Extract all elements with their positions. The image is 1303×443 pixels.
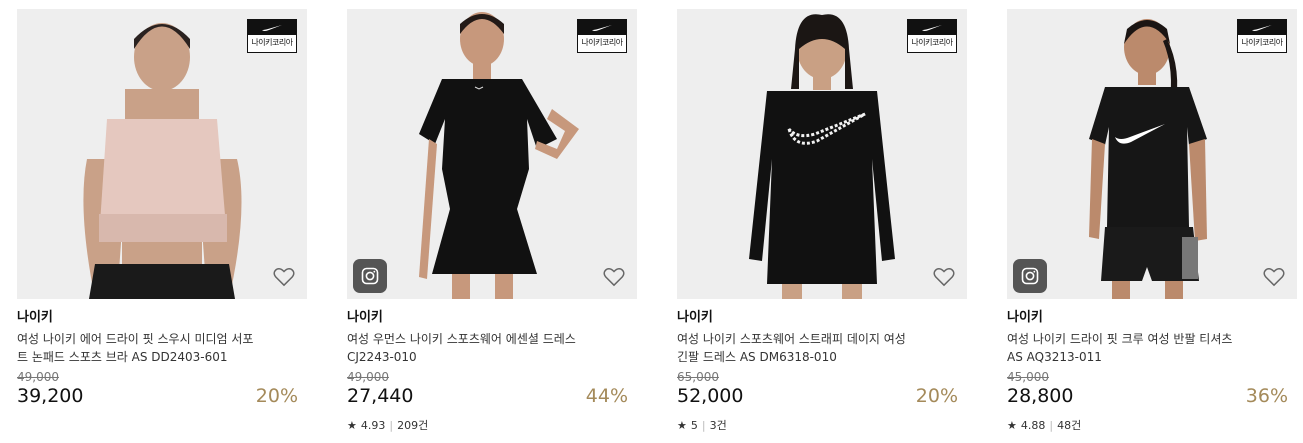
review-count: 209건 bbox=[397, 419, 429, 432]
nike-korea-badge: 나이키코리아 bbox=[577, 19, 627, 53]
product-card[interactable]: 나이키코리아 나이키 여성 우먼스 나이키 스포츠웨어 에센셜 드레스 CJ224… bbox=[347, 9, 637, 433]
product-name[interactable]: 여성 나이키 드라이 핏 크루 여성 반팔 티셔츠 AS AQ3213-011 bbox=[1007, 330, 1282, 366]
product-name[interactable]: 여성 우먼스 나이키 스포츠웨어 에센셜 드레스 CJ2243-010 bbox=[347, 330, 622, 366]
discount-rate: 20% bbox=[255, 385, 298, 407]
nike-swoosh-icon bbox=[262, 24, 282, 31]
divider: | bbox=[389, 418, 394, 432]
heart-icon[interactable] bbox=[273, 267, 295, 287]
nike-swoosh-icon bbox=[1252, 24, 1272, 31]
product-card[interactable]: 나이키코리아 나이키 여성 나이키 스포츠웨어 스트래피 데이지 여성 긴팔 드레… bbox=[677, 9, 967, 433]
sale-price: 39,200 bbox=[17, 385, 84, 407]
divider: | bbox=[1049, 418, 1054, 432]
discount-rate: 36% bbox=[1245, 385, 1288, 407]
sale-price: 28,800 bbox=[1007, 385, 1074, 407]
product-name[interactable]: 여성 나이키 에어 드라이 핏 스우시 미디엄 서포 트 논패드 스포츠 브라 A… bbox=[17, 330, 292, 366]
review-count: 48건 bbox=[1057, 419, 1082, 432]
product-brand: 나이키 bbox=[347, 310, 383, 325]
rating-row: ★ 4.93 | 209건 bbox=[347, 417, 637, 433]
badge-label: 나이키코리아 bbox=[1241, 38, 1283, 47]
heart-icon[interactable] bbox=[1263, 267, 1285, 287]
rating-row: ★ 5 | 3건 bbox=[677, 417, 967, 433]
discount-rate: 44% bbox=[585, 385, 628, 407]
original-price: 49,000 bbox=[347, 370, 389, 384]
sale-price: 27,440 bbox=[347, 385, 414, 407]
instagram-button[interactable] bbox=[1013, 259, 1047, 293]
product-grid: 나이키코리아 나이키 여성 나이키 에어 드라이 핏 스우시 미디엄 서포 트 논… bbox=[0, 0, 1303, 443]
discount-rate: 20% bbox=[915, 385, 958, 407]
star-icon: ★ bbox=[1007, 418, 1017, 432]
rating-score: 4.88 bbox=[1020, 418, 1046, 432]
nike-korea-badge: 나이키코리아 bbox=[907, 19, 957, 53]
product-card[interactable]: 나이키코리아 나이키 여성 나이키 에어 드라이 핏 스우시 미디엄 서포 트 논… bbox=[17, 9, 307, 409]
review-count: 3건 bbox=[709, 419, 727, 432]
product-brand: 나이키 bbox=[17, 310, 53, 325]
product-brand: 나이키 bbox=[677, 310, 713, 325]
star-icon: ★ bbox=[347, 418, 357, 432]
rating-score: 5 bbox=[690, 418, 698, 432]
instagram-button[interactable] bbox=[353, 259, 387, 293]
original-price: 45,000 bbox=[1007, 370, 1049, 384]
product-name[interactable]: 여성 나이키 스포츠웨어 스트래피 데이지 여성 긴팔 드레스 AS DM6318… bbox=[677, 330, 952, 366]
badge-label: 나이키코리아 bbox=[911, 38, 953, 47]
divider: | bbox=[701, 418, 706, 432]
product-image[interactable]: 나이키코리아 bbox=[677, 9, 967, 299]
product-card[interactable]: 나이키코리아 나이키 여성 나이키 드라이 핏 크루 여성 반팔 티셔츠 AS A… bbox=[1007, 9, 1297, 433]
sale-price: 52,000 bbox=[677, 385, 744, 407]
nike-korea-badge: 나이키코리아 bbox=[1237, 19, 1287, 53]
product-brand: 나이키 bbox=[1007, 310, 1043, 325]
rating-row: ★ 4.88 | 48건 bbox=[1007, 417, 1297, 433]
heart-icon[interactable] bbox=[603, 267, 625, 287]
original-price: 65,000 bbox=[677, 370, 719, 384]
nike-swoosh-icon bbox=[922, 24, 942, 31]
nike-swoosh-icon bbox=[592, 24, 612, 31]
star-icon: ★ bbox=[677, 418, 687, 432]
badge-label: 나이키코리아 bbox=[251, 38, 293, 47]
instagram-icon bbox=[361, 267, 379, 285]
instagram-icon bbox=[1021, 267, 1039, 285]
heart-icon[interactable] bbox=[933, 267, 955, 287]
product-image[interactable]: 나이키코리아 bbox=[1007, 9, 1297, 299]
rating-score: 4.93 bbox=[360, 418, 386, 432]
original-price: 49,000 bbox=[17, 370, 59, 384]
product-image[interactable]: 나이키코리아 bbox=[17, 9, 307, 299]
product-image[interactable]: 나이키코리아 bbox=[347, 9, 637, 299]
nike-korea-badge: 나이키코리아 bbox=[247, 19, 297, 53]
badge-label: 나이키코리아 bbox=[581, 38, 623, 47]
